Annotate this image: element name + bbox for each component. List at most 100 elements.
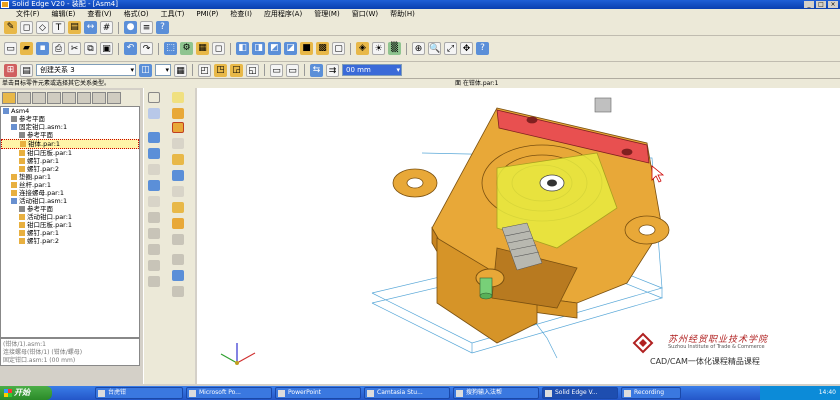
pattern-icon[interactable] <box>172 218 184 229</box>
shaded-icon[interactable]: ■ <box>300 42 313 55</box>
render-icon[interactable]: ◈ <box>356 42 369 55</box>
tree-node[interactable]: 参考平面 <box>1 205 139 213</box>
task-button[interactable]: Camtasia Stu... <box>364 387 450 399</box>
pointer-icon[interactable] <box>172 92 184 103</box>
hole-icon[interactable] <box>172 254 184 265</box>
tree-node[interactable]: 固定钳口.asm:1 <box>1 123 139 131</box>
floating-offset-icon[interactable]: ▭ <box>286 63 299 77</box>
frame-icon[interactable] <box>148 276 160 287</box>
menu-applications[interactable]: 应用程序(A) <box>258 9 308 20</box>
tree-node[interactable]: 垫圈.par:1 <box>1 173 139 181</box>
tab-features[interactable] <box>32 92 46 104</box>
ground-icon[interactable] <box>172 202 184 213</box>
fixed-offset-icon[interactable]: ▭ <box>270 63 283 77</box>
tree-node[interactable]: 螺钉.par:2 <box>1 237 139 245</box>
move-part-icon[interactable] <box>172 234 184 245</box>
assemble-tool-icon[interactable] <box>148 108 160 119</box>
menu-inspect[interactable]: 检查(I) <box>224 9 258 20</box>
tab-alternate[interactable] <box>77 92 91 104</box>
view-front-icon[interactable]: ◧ <box>236 42 249 55</box>
tree-node[interactable]: 活动钳口.par:1 <box>1 213 139 221</box>
sketch-icon[interactable]: ◇ <box>36 21 49 34</box>
save-icon[interactable]: ▪ <box>36 42 49 55</box>
tab-views[interactable] <box>92 92 106 104</box>
part-library-icon[interactable]: ▦ <box>196 42 209 55</box>
pan-icon[interactable]: ✥ <box>460 42 473 55</box>
relation-type-dropdown[interactable]: 创建关系 3 <box>36 64 136 76</box>
wire-icon[interactable] <box>172 286 184 297</box>
maximize-button[interactable]: □ <box>816 1 826 8</box>
tangent-icon[interactable] <box>148 180 160 191</box>
cutout-icon[interactable] <box>148 260 160 271</box>
relation-type-icon[interactable]: ⊞ <box>4 63 17 77</box>
pipe-icon[interactable] <box>172 270 184 281</box>
relationship-item[interactable]: (钳体/1).asm:1 <box>3 341 137 349</box>
menu-window[interactable]: 窗口(W) <box>346 9 384 20</box>
tree-node[interactable]: 连接螺母.par:1 <box>1 189 139 197</box>
task-button[interactable]: Microsoft Po... <box>186 387 272 399</box>
zoom-icon[interactable]: 🔍 <box>428 42 441 55</box>
grid-icon[interactable]: # <box>100 21 113 34</box>
tree-node[interactable]: 螺钉.par:2 <box>1 165 139 173</box>
start-button[interactable]: 开始 <box>0 386 52 400</box>
tree-node[interactable]: 参考平面 <box>1 131 139 139</box>
relationship-item[interactable]: 连接螺母(钳体/1) (钳体/螺母) <box>3 349 137 357</box>
gear-icon[interactable] <box>148 196 160 207</box>
sketch-view-icon[interactable]: ◻ <box>212 42 225 55</box>
help-icon[interactable]: ? <box>156 21 169 34</box>
copy-icon[interactable]: ⧉ <box>84 42 97 55</box>
menu-pmi[interactable]: PMI(P) <box>190 9 224 20</box>
dimension-icon[interactable]: ↔ <box>84 21 97 34</box>
zoom-area-icon[interactable]: ⊕ <box>412 42 425 55</box>
step-1-icon[interactable]: ◰ <box>198 63 211 77</box>
text-icon[interactable]: T <box>52 21 65 34</box>
replace-part-icon[interactable] <box>148 244 160 255</box>
menu-help[interactable]: 帮助(H) <box>384 9 421 20</box>
tab-layers[interactable] <box>47 92 61 104</box>
menu-file[interactable]: 文件(F) <box>10 9 46 20</box>
tree-node[interactable]: 钳口压板.par:1 <box>1 149 139 157</box>
select-tool-icon[interactable] <box>148 92 160 103</box>
tab-sensors[interactable] <box>62 92 76 104</box>
task-button[interactable]: 搜狗输入法帮 <box>453 387 539 399</box>
menu-format[interactable]: 格式(O) <box>118 9 155 20</box>
print-icon[interactable]: ⎙ <box>52 42 65 55</box>
select-icon[interactable]: ⬚ <box>164 42 177 55</box>
relationship-item[interactable]: 固定钳口.asm:1 (00 mm) <box>3 357 137 365</box>
redo-icon[interactable]: ↷ <box>140 42 153 55</box>
tree-node[interactable]: 螺钉.par:1 <box>1 157 139 165</box>
align-icon[interactable]: ⇉ <box>326 63 339 77</box>
layer-icon[interactable]: ▤ <box>68 21 81 34</box>
mate-tool-icon[interactable] <box>148 132 160 143</box>
task-button[interactable]: PowerPoint <box>275 387 361 399</box>
tree-node[interactable]: 参考平面 <box>1 115 139 123</box>
cam-icon[interactable] <box>172 186 184 197</box>
background-icon[interactable]: ▒ <box>388 42 401 55</box>
step-3-icon[interactable]: ◲ <box>230 63 243 77</box>
mirror-icon[interactable] <box>148 228 160 239</box>
connect-icon[interactable] <box>148 164 160 175</box>
view-iso-icon[interactable]: ◩ <box>268 42 281 55</box>
options-icon[interactable]: ✎ <box>4 21 17 34</box>
undo-icon[interactable]: ↶ <box>124 42 137 55</box>
whats-this-icon[interactable]: ? <box>476 42 489 55</box>
wireframe-icon[interactable]: ▢ <box>332 42 345 55</box>
paste-icon[interactable]: ▣ <box>100 42 113 55</box>
menu-view[interactable]: 查看(V) <box>81 9 117 20</box>
offset-type-dropdown[interactable] <box>155 64 171 76</box>
options-button[interactable]: ▤ <box>20 63 33 77</box>
shaded-edges-icon[interactable]: ▩ <box>316 42 329 55</box>
view-top-icon[interactable]: ◨ <box>252 42 265 55</box>
task-button[interactable]: Recording <box>621 387 681 399</box>
tree-node[interactable]: 丝杆.par:1 <box>1 181 139 189</box>
open-file-icon[interactable]: ▰ <box>20 42 33 55</box>
tree-node[interactable]: 螺钉.par:1 <box>1 229 139 237</box>
task-button-active[interactable]: Solid Edge V... <box>542 387 618 399</box>
color-icon[interactable]: ● <box>124 21 137 34</box>
mate-icon[interactable]: ◫ <box>139 63 152 77</box>
planar-align-icon[interactable] <box>172 138 184 149</box>
menu-edit[interactable]: 编辑(E) <box>46 9 82 20</box>
task-button[interactable]: 台虎钳 <box>95 387 183 399</box>
match-coordinate-icon[interactable] <box>148 212 160 223</box>
cut-icon[interactable]: ✂ <box>68 42 81 55</box>
